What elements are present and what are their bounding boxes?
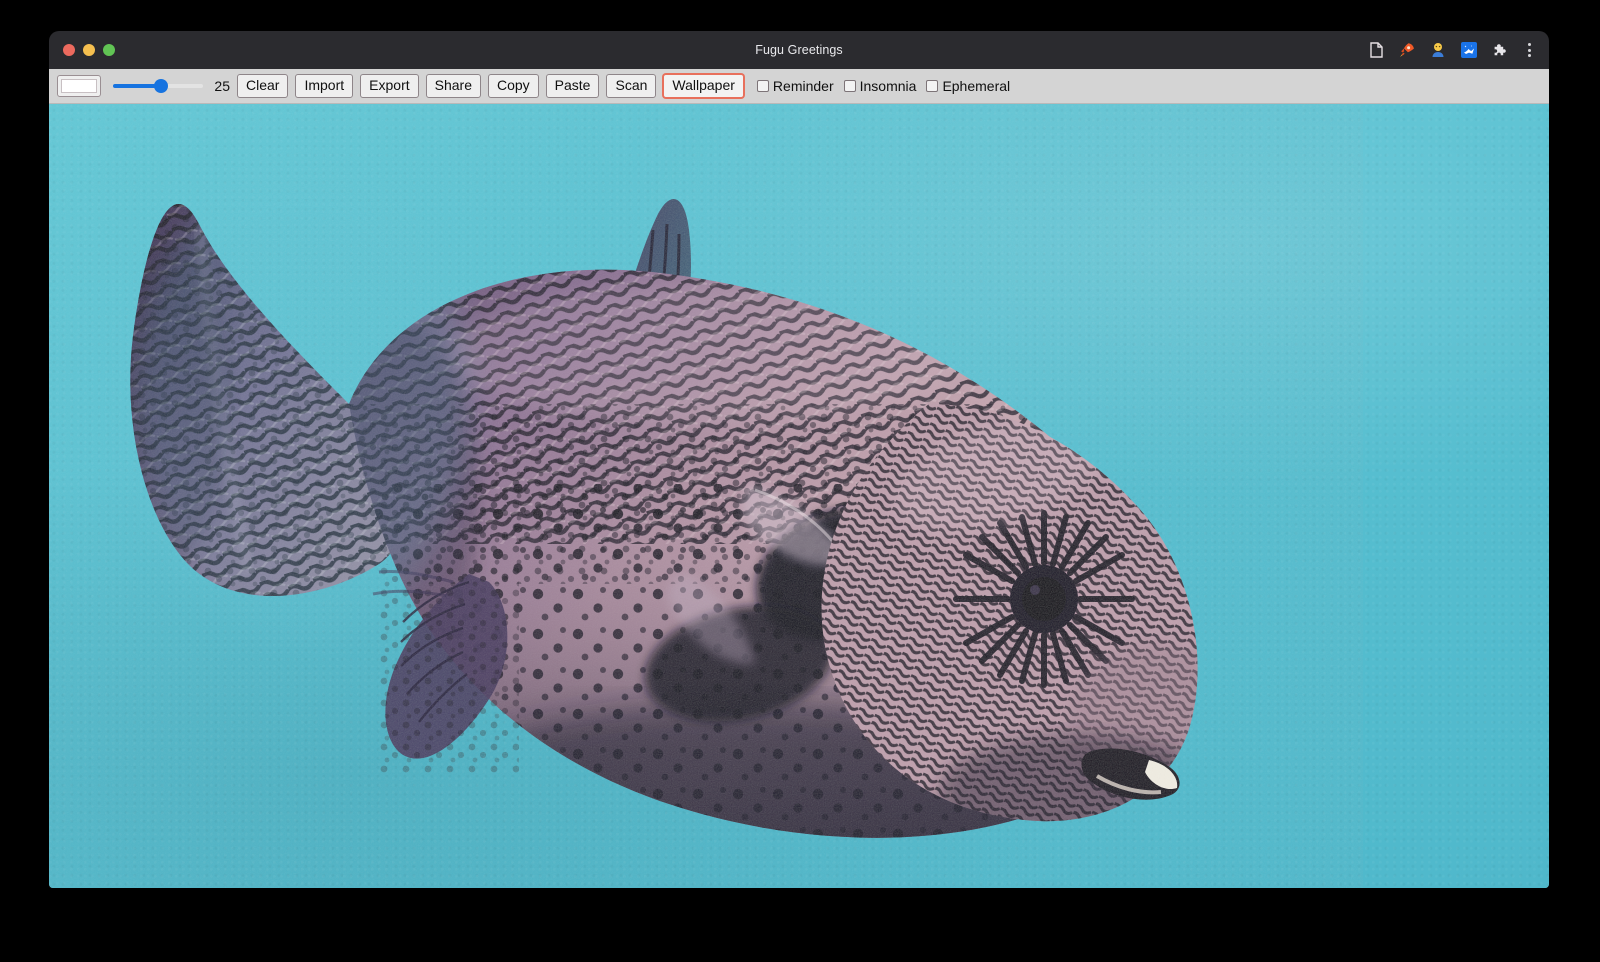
app-toolbar: 25 Clear Import Export Share Copy Paste …: [49, 69, 1549, 104]
scan-button[interactable]: Scan: [606, 74, 656, 98]
window-controls: [63, 44, 115, 56]
line-width-slider[interactable]: [113, 78, 203, 94]
share-button[interactable]: Share: [426, 74, 481, 98]
maximize-window-button[interactable]: [103, 44, 115, 56]
color-picker[interactable]: [57, 75, 101, 97]
title-bar: Fugu Greetings: [49, 31, 1549, 69]
insomnia-checkbox-box[interactable]: [844, 80, 856, 92]
slider-fill: [113, 84, 160, 88]
app-window: Fugu Greetings: [49, 31, 1549, 888]
screen: Fugu Greetings: [0, 0, 1600, 962]
paste-button[interactable]: Paste: [546, 74, 600, 98]
pufferfish-photo: [49, 104, 1549, 888]
minimize-window-button[interactable]: [83, 44, 95, 56]
rocket-emoji-icon[interactable]: [1397, 40, 1417, 60]
puzzle-piece-icon[interactable]: [1490, 40, 1510, 60]
reminder-checkbox[interactable]: Reminder: [757, 78, 834, 94]
page-install-icon[interactable]: [1366, 40, 1386, 60]
ephemeral-checkbox-box[interactable]: [926, 80, 938, 92]
kebab-menu-icon[interactable]: [1521, 41, 1537, 59]
fish-eye: [1010, 565, 1078, 633]
close-window-button[interactable]: [63, 44, 75, 56]
insomnia-checkbox-label: Insomnia: [860, 78, 917, 94]
copy-button[interactable]: Copy: [488, 74, 539, 98]
blue-extension-icon[interactable]: [1459, 40, 1479, 60]
window-title: Fugu Greetings: [49, 43, 1549, 57]
slider-value: 25: [211, 78, 230, 94]
reminder-checkbox-label: Reminder: [773, 78, 834, 94]
wallpaper-button[interactable]: Wallpaper: [663, 74, 744, 98]
export-button[interactable]: Export: [360, 74, 418, 98]
import-button[interactable]: Import: [295, 74, 353, 98]
ephemeral-checkbox[interactable]: Ephemeral: [926, 78, 1010, 94]
fish-pelvic-fin: [373, 564, 519, 774]
person-emoji-icon[interactable]: [1428, 40, 1448, 60]
title-bar-actions: [1366, 31, 1537, 69]
insomnia-checkbox[interactable]: Insomnia: [844, 78, 917, 94]
slider-thumb[interactable]: [154, 79, 168, 93]
reminder-checkbox-box[interactable]: [757, 80, 769, 92]
drawing-canvas[interactable]: [49, 104, 1549, 888]
toolbar-checkboxes: Reminder Insomnia Ephemeral: [757, 78, 1020, 94]
clear-button[interactable]: Clear: [237, 74, 288, 98]
ephemeral-checkbox-label: Ephemeral: [942, 78, 1010, 94]
